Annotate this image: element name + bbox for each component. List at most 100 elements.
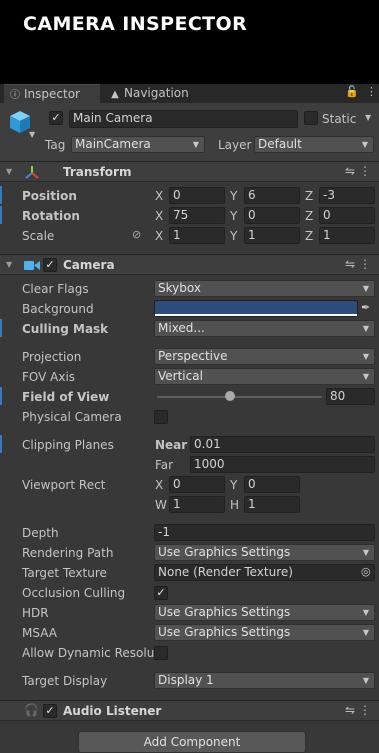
transform-foldout-icon[interactable]: ▼ — [6, 167, 12, 176]
static-checkbox[interactable] — [304, 111, 318, 125]
field-of-view-input[interactable]: 80 — [326, 388, 375, 405]
rendering-path-label: Rendering Path — [22, 546, 114, 560]
static-label: Static — [322, 112, 357, 126]
viewport-x-input[interactable]: 0 — [169, 476, 225, 493]
layer-value: Default — [258, 137, 302, 151]
transform-axis-icon — [25, 166, 39, 179]
target-display-value: Display 1 — [158, 673, 214, 687]
clear-flags-label: Clear Flags — [22, 282, 89, 296]
target-texture-field[interactable]: None (Render Texture) — [154, 564, 375, 581]
camera-component-icon — [24, 261, 40, 270]
object-picker-icon[interactable]: ◎ — [361, 565, 371, 578]
occlusion-culling-checkbox[interactable]: ✓ — [154, 586, 168, 600]
position-x-input[interactable]: 0 — [169, 187, 225, 204]
rotation-z-input[interactable]: 0 — [319, 207, 375, 224]
rotation-y-label: Y — [230, 209, 238, 223]
near-clip-input[interactable]: 0.01 — [190, 436, 375, 453]
camera-foldout-icon[interactable]: ▼ — [6, 260, 12, 269]
audio-listener-header[interactable]: 🎧 ✓ Audio Listener ⇋ ⋮ — [0, 700, 379, 721]
camera-enabled-checkbox[interactable]: ✓ — [43, 258, 57, 272]
gameobject-cube-icon — [10, 111, 30, 133]
constrain-proportions-link-icon[interactable]: ⊘ — [132, 228, 141, 241]
projection-value: Perspective — [158, 349, 228, 363]
viewport-rect-xy-row: Viewport Rect X 0 Y 0 — [0, 475, 379, 495]
culling-mask-value: Mixed... — [158, 321, 205, 335]
allow-dynamic-resolution-checkbox[interactable] — [154, 646, 168, 660]
tab-inspector[interactable]: ⓘ Inspector — [4, 84, 100, 103]
gameobject-header: ▼ ✓ Main Camera Static ▼ Tag MainCamera ▼… — [0, 103, 379, 161]
physical-camera-checkbox[interactable] — [154, 410, 168, 424]
field-of-view-slider-track[interactable] — [157, 396, 322, 398]
field-of-view-slider-thumb[interactable] — [225, 391, 235, 401]
rendering-path-value: Use Graphics Settings — [158, 545, 291, 559]
hdr-dropdown[interactable]: Use Graphics Settings ▼ — [154, 604, 375, 621]
clear-flags-value: Skybox — [158, 281, 201, 295]
camera-menu-icon[interactable]: ⋮ — [359, 257, 371, 271]
scale-y-input[interactable]: 1 — [244, 227, 300, 244]
rotation-x-input[interactable]: 75 — [169, 207, 225, 224]
target-texture-row: Target Texture None (Render Texture) ◎ — [0, 563, 379, 583]
headphones-icon: 🎧 — [24, 703, 39, 717]
camera-presets-icon[interactable]: ⇋ — [345, 257, 355, 271]
scale-z-input[interactable]: 1 — [319, 227, 375, 244]
fov-axis-dropdown[interactable]: Vertical ▼ — [154, 368, 375, 385]
audio-listener-menu-icon[interactable]: ⋮ — [359, 703, 371, 717]
target-texture-label: Target Texture — [22, 566, 107, 580]
position-z-input[interactable]: -3 — [319, 187, 375, 204]
scale-x-input[interactable]: 1 — [169, 227, 225, 244]
eyedropper-icon[interactable]: ✒ — [361, 301, 370, 314]
layer-label: Layer — [218, 138, 252, 152]
rendering-path-dropdown[interactable]: Use Graphics Settings ▼ — [154, 544, 375, 561]
camera-header[interactable]: ▼ ✓ Camera ⇋ ⋮ — [0, 254, 379, 275]
far-clip-input[interactable]: 1000 — [190, 456, 375, 473]
occlusion-culling-label: Occlusion Culling — [22, 586, 126, 600]
tag-label: Tag — [45, 138, 66, 152]
physical-camera-row: Physical Camera — [0, 407, 379, 427]
position-x-label: X — [155, 189, 164, 203]
fov-axis-value: Vertical — [158, 369, 203, 383]
background-color-swatch[interactable] — [154, 300, 358, 317]
lock-icon[interactable]: 🔓 — [345, 85, 359, 98]
static-dropdown-arrow-icon[interactable]: ▼ — [365, 113, 371, 122]
viewport-h-input[interactable]: 1 — [244, 496, 300, 513]
tag-dropdown[interactable]: MainCamera ▼ — [71, 136, 205, 153]
rendering-path-chevron-down-icon: ▼ — [362, 548, 369, 557]
target-display-dropdown[interactable]: Display 1 ▼ — [154, 672, 375, 689]
rotation-z-label: Z — [305, 209, 314, 223]
background-row: Background ✒ — [0, 299, 379, 319]
projection-label: Projection — [22, 350, 82, 364]
depth-input[interactable]: -1 — [154, 524, 375, 541]
msaa-value: Use Graphics Settings — [158, 625, 291, 639]
tab-bar: ⓘ Inspector ▲ Navigation 🔓 ⋮ — [0, 84, 379, 103]
audio-listener-enabled-checkbox[interactable]: ✓ — [43, 704, 57, 718]
transform-presets-icon[interactable]: ⇋ — [345, 164, 355, 178]
allow-dynamic-resolution-label: Allow Dynamic Resolut — [22, 646, 160, 660]
clear-flags-dropdown[interactable]: Skybox ▼ — [154, 280, 375, 297]
transform-header[interactable]: ▼ Transform ⇋ ⋮ — [0, 161, 379, 182]
projection-dropdown[interactable]: Perspective ▼ — [154, 348, 375, 365]
tab-navigation[interactable]: ▲ Navigation — [104, 84, 214, 103]
target-texture-value: None (Render Texture) — [158, 565, 293, 579]
layer-chevron-down-icon: ▼ — [361, 140, 368, 149]
viewport-w-input[interactable]: 1 — [169, 496, 225, 513]
scale-z-label: Z — [305, 229, 314, 243]
add-component-button[interactable]: Add Component — [78, 731, 306, 753]
viewport-y-input[interactable]: 0 — [244, 476, 300, 493]
gameobject-active-checkbox[interactable]: ✓ — [49, 111, 63, 125]
rotation-y-input[interactable]: 0 — [244, 207, 300, 224]
layer-dropdown[interactable]: Default ▼ — [254, 136, 374, 153]
position-y-input[interactable]: 6 — [244, 187, 300, 204]
depth-label: Depth — [22, 526, 59, 540]
gameobject-name-input[interactable]: Main Camera — [69, 110, 298, 128]
kebab-menu-icon[interactable]: ⋮ — [366, 85, 377, 98]
icon-dropdown-arrow-icon[interactable]: ▼ — [29, 130, 35, 139]
msaa-dropdown[interactable]: Use Graphics Settings ▼ — [154, 624, 375, 641]
tag-value: MainCamera — [75, 137, 151, 151]
camera-title: Camera — [63, 258, 115, 272]
audio-listener-presets-icon[interactable]: ⇋ — [345, 703, 355, 717]
viewport-w-label: W — [155, 498, 167, 512]
culling-mask-dropdown[interactable]: Mixed... ▼ — [154, 320, 375, 337]
transform-menu-icon[interactable]: ⋮ — [359, 164, 371, 178]
target-display-chevron-down-icon: ▼ — [362, 676, 369, 685]
rendering-path-row: Rendering Path Use Graphics Settings ▼ — [0, 543, 379, 563]
